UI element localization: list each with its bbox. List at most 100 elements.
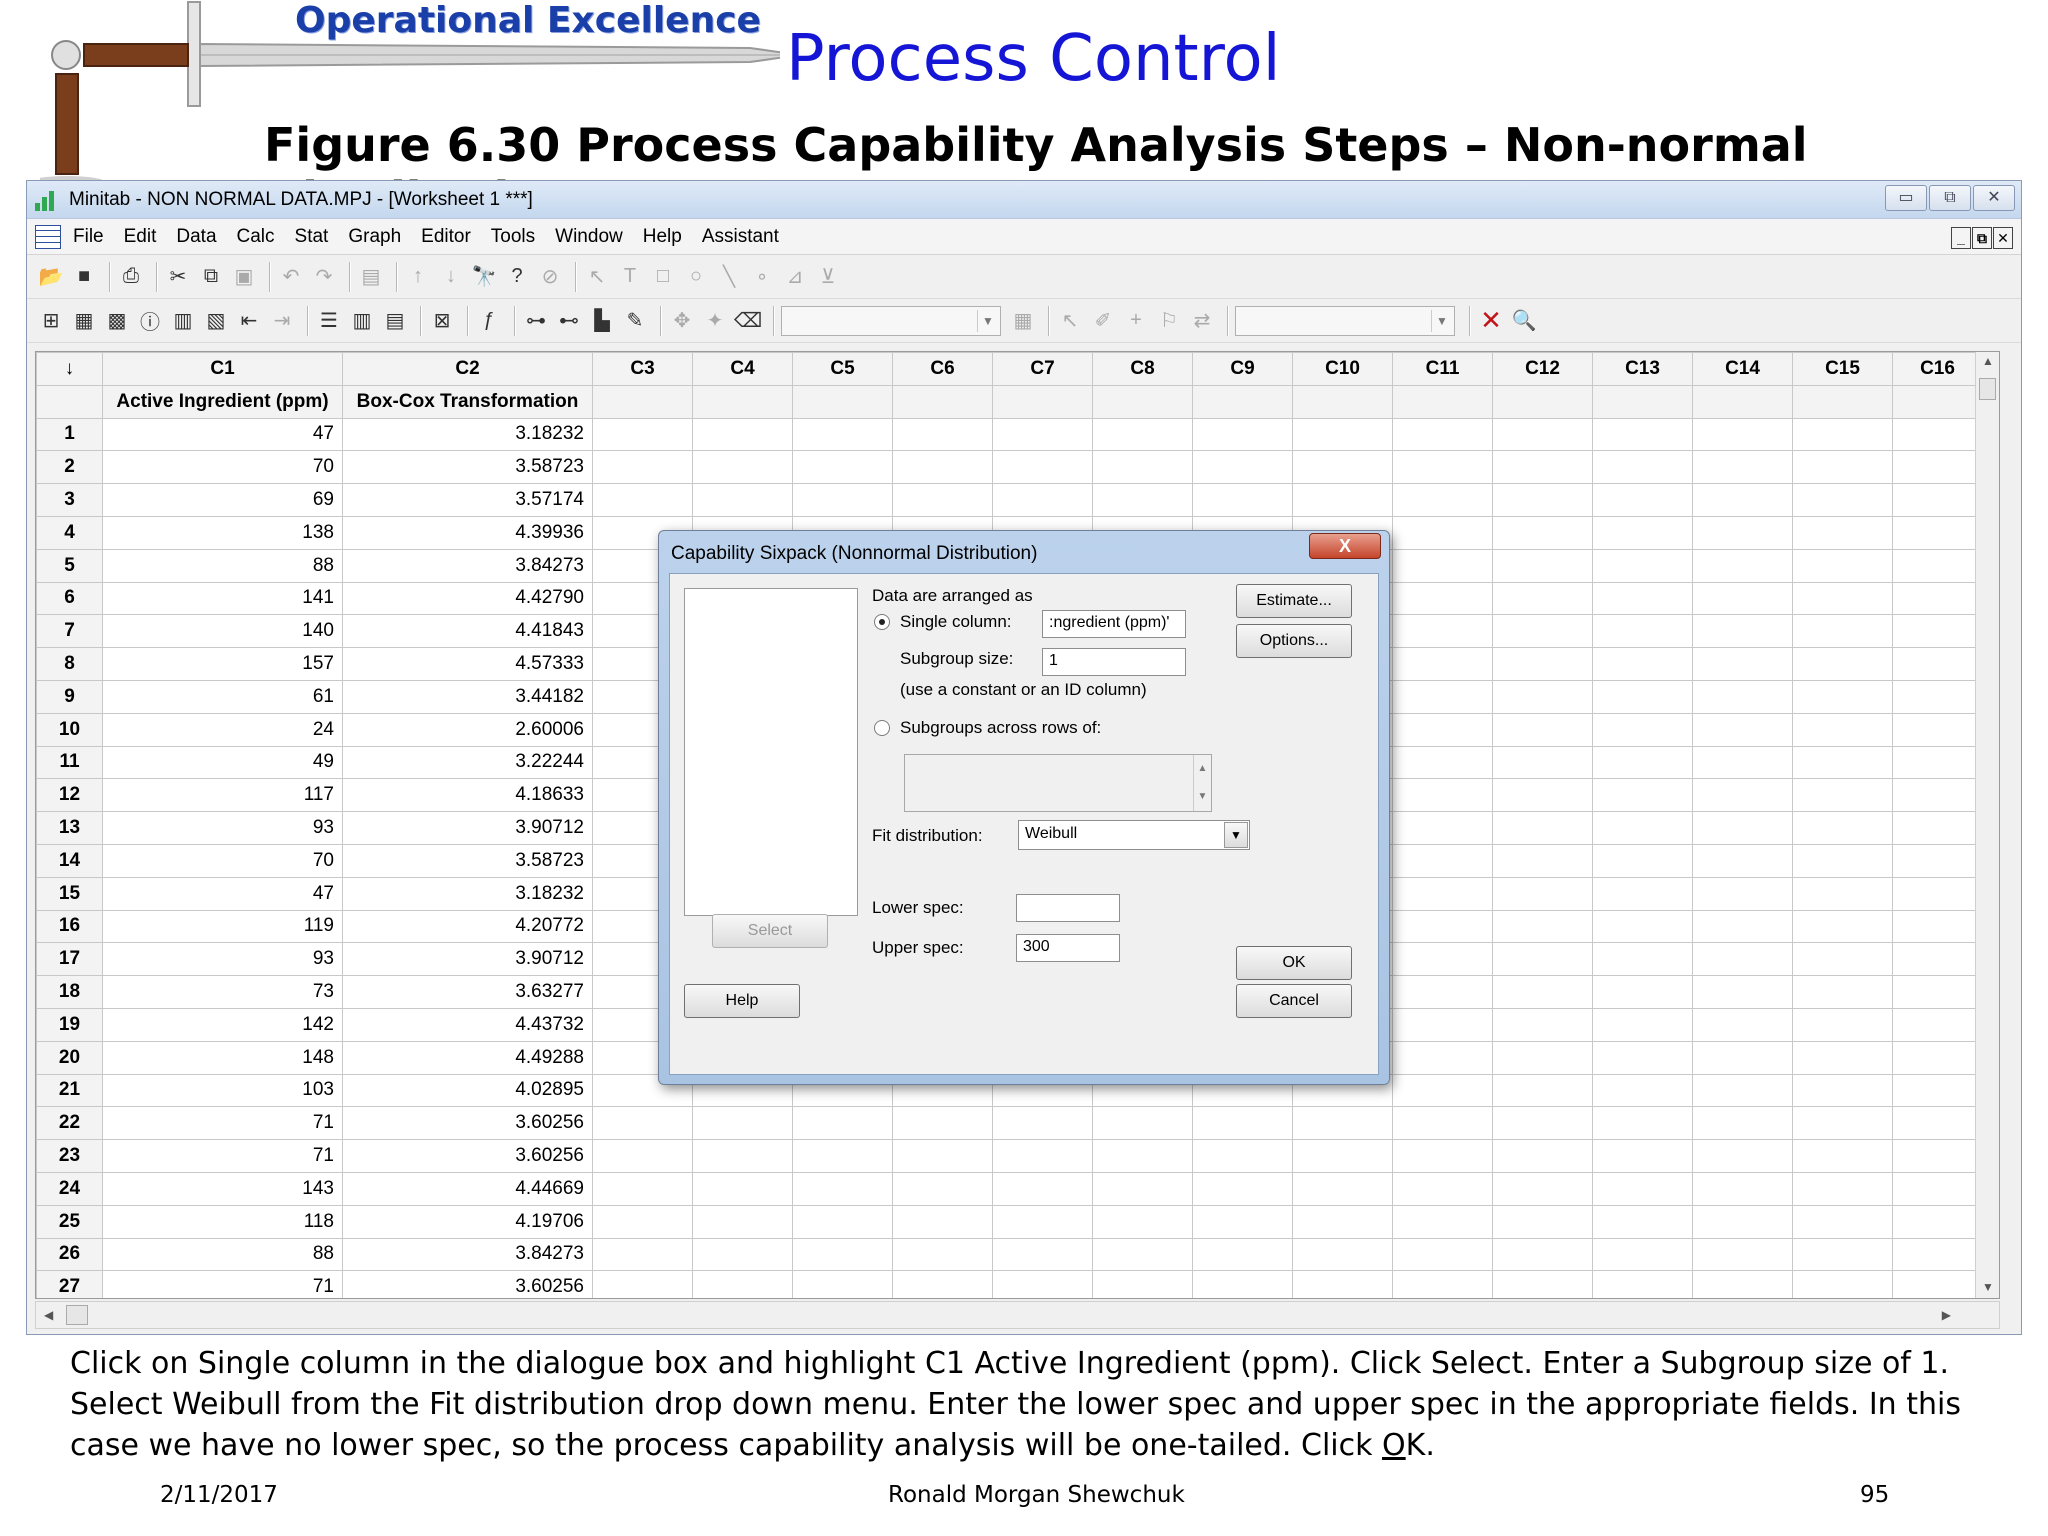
table-cell[interactable] xyxy=(992,483,1093,517)
table-cell[interactable] xyxy=(1692,1270,1793,1298)
table-cell[interactable] xyxy=(792,483,893,517)
table-cell[interactable] xyxy=(1492,1106,1593,1141)
table-cell[interactable] xyxy=(1492,1237,1593,1272)
subgroup-size-input[interactable]: 1 xyxy=(1042,648,1186,676)
table-cell[interactable] xyxy=(1592,876,1693,911)
table-cell[interactable] xyxy=(1592,1204,1693,1239)
table-cell[interactable] xyxy=(1692,942,1793,977)
table-cell[interactable] xyxy=(1892,483,1983,517)
table-cell[interactable] xyxy=(1092,1204,1193,1239)
table-cell[interactable]: 47 xyxy=(102,417,343,452)
table-cell[interactable]: 4.57333 xyxy=(342,647,593,681)
table-cell[interactable] xyxy=(1492,483,1593,517)
column-name-cell[interactable] xyxy=(1192,384,1293,419)
table-cell[interactable] xyxy=(1892,1237,1983,1272)
table-cell[interactable] xyxy=(992,450,1093,485)
table-cell[interactable] xyxy=(892,417,993,452)
scroll-down-icon[interactable]: ▼ xyxy=(1982,1280,1994,1294)
polygon-tool-icon[interactable]: ⊻ xyxy=(814,263,842,291)
table-cell[interactable] xyxy=(1592,1270,1693,1298)
table-cell[interactable]: 4.43732 xyxy=(342,1007,593,1042)
command-combo[interactable] xyxy=(1235,305,1455,336)
table-cell[interactable] xyxy=(1392,548,1493,583)
table-cell[interactable] xyxy=(1392,647,1493,681)
table-cell[interactable] xyxy=(692,1171,793,1206)
cancel-button[interactable]: Cancel xyxy=(1236,984,1352,1018)
column-header[interactable]: C15 xyxy=(1792,352,1893,386)
column-header[interactable]: C13 xyxy=(1592,352,1693,386)
corner-cell[interactable]: ↓ xyxy=(36,352,103,386)
table-cell[interactable] xyxy=(1692,1171,1793,1206)
table-cell[interactable]: 148 xyxy=(102,1040,343,1075)
table-cell[interactable]: 4.02895 xyxy=(342,1073,593,1108)
subgroups-across-input[interactable]: ▲ ▼ xyxy=(904,754,1212,812)
column-header[interactable]: C10 xyxy=(1292,352,1393,386)
table-cell[interactable] xyxy=(1892,712,1983,747)
row-number[interactable]: 11 xyxy=(36,745,103,780)
table-cell[interactable] xyxy=(1392,417,1493,452)
table-cell[interactable] xyxy=(1592,975,1693,1009)
menu-assistant[interactable]: Assistant xyxy=(702,226,779,248)
table-cell[interactable] xyxy=(592,483,693,517)
table-cell[interactable] xyxy=(592,1237,693,1272)
table-cell[interactable] xyxy=(1192,1270,1293,1298)
horizontal-scrollbar[interactable]: ◀ ▶ xyxy=(35,1301,2000,1329)
crosshair-icon[interactable]: + xyxy=(1122,307,1150,335)
table-cell[interactable] xyxy=(1392,581,1493,616)
row-number[interactable]: 8 xyxy=(36,647,103,681)
table-cell[interactable] xyxy=(1492,417,1593,452)
table-cell[interactable] xyxy=(792,1237,893,1272)
table-cell[interactable] xyxy=(1392,843,1493,878)
table-cell[interactable] xyxy=(1092,1171,1193,1206)
table-cell[interactable] xyxy=(1692,647,1793,681)
table-cell[interactable] xyxy=(1592,811,1693,845)
column-name-cell[interactable] xyxy=(892,384,993,419)
table-cell[interactable] xyxy=(1892,1270,1983,1298)
table-cell[interactable] xyxy=(1892,1106,1983,1141)
chevron-down-icon[interactable]: ▼ xyxy=(1224,822,1248,848)
table-cell[interactable] xyxy=(1892,450,1983,485)
subgroups-across-radio[interactable] xyxy=(874,720,890,736)
table-cell[interactable] xyxy=(1592,712,1693,747)
table-cell[interactable]: 2.60006 xyxy=(342,712,593,747)
column-header[interactable]: C5 xyxy=(792,352,893,386)
row-number[interactable]: 16 xyxy=(36,909,103,944)
menu-stat[interactable]: Stat xyxy=(295,226,329,248)
table-cell[interactable] xyxy=(1892,778,1983,813)
table-cell[interactable] xyxy=(1592,1073,1693,1108)
menu-tools[interactable]: Tools xyxy=(491,226,535,248)
show-info-icon[interactable]: ⓘ xyxy=(136,307,164,335)
table-cell[interactable] xyxy=(1492,679,1593,714)
window-titlebar[interactable]: Minitab - NON NORMAL DATA.MPJ - [Workshe… xyxy=(27,181,2021,219)
table-cell[interactable] xyxy=(1392,909,1493,944)
restore-button[interactable]: ⧉ xyxy=(1929,185,1971,211)
table-cell[interactable] xyxy=(1792,1270,1893,1298)
table-cell[interactable] xyxy=(1192,1106,1293,1141)
table-cell[interactable] xyxy=(1492,811,1593,845)
help-button[interactable]: Help xyxy=(684,984,800,1018)
table-cell[interactable] xyxy=(892,1106,993,1141)
table-cell[interactable] xyxy=(592,1204,693,1239)
table-cell[interactable] xyxy=(1792,548,1893,583)
table-cell[interactable] xyxy=(792,1106,893,1141)
menu-help[interactable]: Help xyxy=(643,226,682,248)
table-cell[interactable] xyxy=(1892,1073,1983,1108)
table-cell[interactable] xyxy=(1192,1237,1293,1272)
table-cell[interactable] xyxy=(1392,876,1493,911)
table-cell[interactable] xyxy=(692,1139,793,1173)
fit-distribution-select[interactable]: Weibull ▼ xyxy=(1018,820,1250,850)
table-cell[interactable] xyxy=(1492,778,1593,813)
table-cell[interactable] xyxy=(1392,1270,1493,1298)
table-cell[interactable] xyxy=(1692,778,1793,813)
table-cell[interactable] xyxy=(1692,417,1793,452)
table-cell[interactable] xyxy=(1692,1007,1793,1042)
row-number[interactable]: 17 xyxy=(36,942,103,977)
table-cell[interactable] xyxy=(1792,1237,1893,1272)
table-cell[interactable] xyxy=(692,1204,793,1239)
row-number[interactable]: 7 xyxy=(36,614,103,649)
table-cell[interactable] xyxy=(1692,1040,1793,1075)
table-cell[interactable] xyxy=(1792,811,1893,845)
table-cell[interactable] xyxy=(1692,483,1793,517)
table-cell[interactable] xyxy=(992,1139,1093,1173)
table-cell[interactable]: 88 xyxy=(102,548,343,583)
